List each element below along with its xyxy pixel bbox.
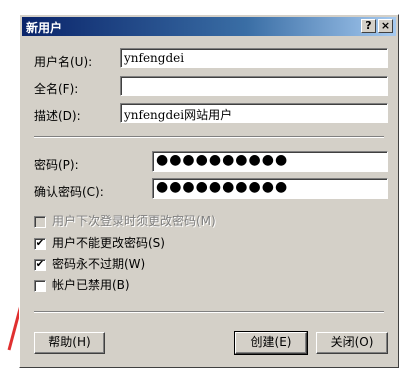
separator-bottom (34, 311, 384, 313)
description-label: 描述(D): (34, 109, 81, 123)
checkbox[interactable] (34, 215, 46, 228)
help-title-button[interactable]: ? (361, 19, 376, 33)
description-field[interactable]: ynfengdei网站用户 (120, 103, 388, 123)
checkbox[interactable] (34, 279, 46, 292)
close-button[interactable]: 关闭(O) (316, 332, 388, 354)
help-button[interactable]: 帮助(H) (34, 332, 105, 354)
option-must-change-password[interactable]: 用户下次登录时须更改密码(M) (34, 212, 216, 229)
new-user-dialog: 新用户 ? × 用户名(U): ynfengdei 全名(F): 描述(D): … (19, 14, 399, 368)
confirm-password-label: 确认密码(C): (34, 185, 104, 199)
option-cannot-change-password[interactable]: ✔ 用户不能更改密码(S) (34, 234, 165, 251)
option-label: 用户下次登录时须更改密码(M) (52, 214, 216, 228)
checkbox-checked[interactable]: ✔ (34, 258, 46, 271)
dialog-title: 新用户 (26, 21, 63, 35)
password-label: 密码(P): (34, 158, 79, 172)
fullname-label: 全名(F): (34, 82, 79, 96)
option-label: 用户不能更改密码(S) (52, 236, 165, 250)
username-label: 用户名(U): (34, 55, 93, 69)
option-label: 帐户已禁用(B) (52, 278, 130, 292)
close-title-button[interactable]: × (378, 19, 393, 33)
title-bar: 新用户 ? × (22, 17, 396, 36)
confirm-password-field[interactable]: ●●●●●●●●●● (152, 178, 388, 199)
fullname-field[interactable] (120, 76, 388, 96)
option-account-disabled[interactable]: 帐户已禁用(B) (34, 276, 130, 293)
option-label: 密码永不过期(W) (52, 257, 146, 271)
separator-top (34, 136, 384, 138)
username-field[interactable]: ynfengdei (120, 48, 388, 68)
checkbox-checked[interactable]: ✔ (34, 237, 46, 250)
password-field[interactable]: ●●●●●●●●●● (152, 151, 388, 172)
create-button[interactable]: 创建(E) (234, 331, 308, 355)
option-password-never-expires[interactable]: ✔ 密码永不过期(W) (34, 255, 145, 272)
